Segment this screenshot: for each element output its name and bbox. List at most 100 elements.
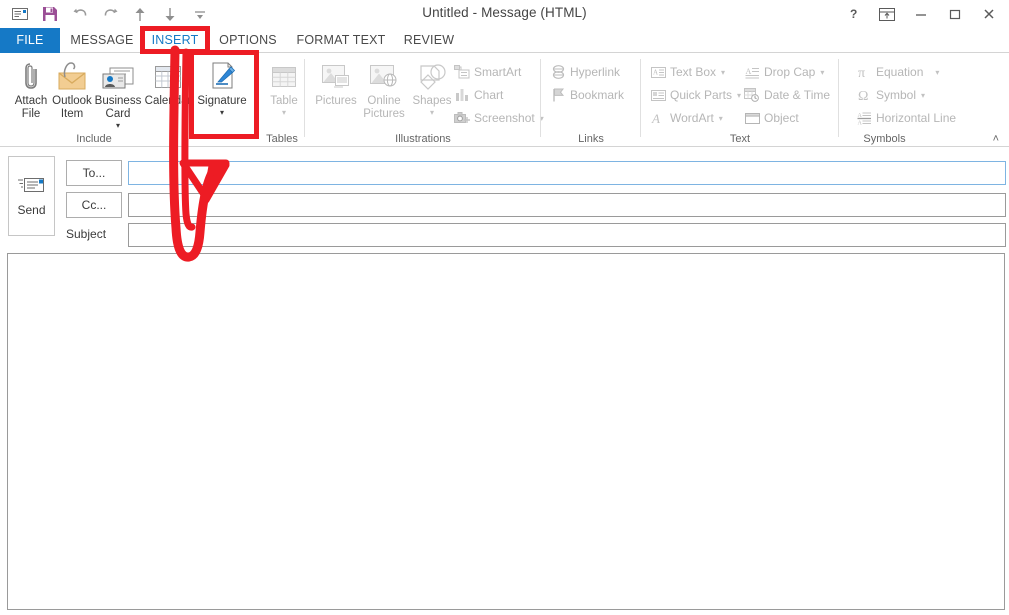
bookmark-label: Bookmark: [570, 88, 625, 102]
omega-icon: Ω: [856, 87, 872, 103]
send-button[interactable]: Send: [8, 156, 55, 236]
symbol-button[interactable]: Ω Symbol ▾: [856, 84, 925, 106]
signature-pen-icon: [206, 56, 238, 92]
object-button[interactable]: Object: [744, 107, 799, 129]
to-button[interactable]: To...: [66, 160, 122, 186]
outlook-item-button[interactable]: Outlook Item: [46, 56, 98, 134]
paperclip-icon: [18, 56, 44, 92]
business-card-button[interactable]: Business Card ▾: [92, 56, 144, 134]
date-time-icon: [744, 87, 760, 103]
quick-parts-icon: [650, 87, 666, 103]
symbol-label: Symbol: [876, 88, 917, 102]
horizontal-line-button[interactable]: A A Horizontal Line: [856, 107, 956, 129]
tab-review[interactable]: REVIEW: [398, 28, 460, 53]
chart-button[interactable]: Chart: [454, 84, 503, 106]
chevron-down-icon[interactable]: ▾: [430, 109, 434, 117]
pictures-icon: [319, 56, 353, 92]
drop-cap-icon: A: [744, 64, 760, 80]
ribbon-group-label-tables: Tables: [266, 133, 298, 145]
window-controls: ?: [837, 2, 1005, 26]
wordart-icon: A: [650, 110, 666, 126]
tab-file[interactable]: FILE: [0, 28, 60, 53]
chevron-down-icon[interactable]: ▾: [116, 122, 120, 130]
date-and-time-button[interactable]: Date & Time: [744, 84, 830, 106]
to-input[interactable]: [128, 161, 1006, 185]
subject-label: Subject: [66, 227, 107, 241]
help-button[interactable]: ?: [837, 2, 869, 26]
ribbon-group-include: Attach File Outlook Item Business Card ▾…: [0, 53, 247, 147]
quick-parts-label: Quick Parts: [670, 88, 733, 102]
signature-button[interactable]: Signature ▾: [196, 56, 248, 134]
ribbon-display-options-button[interactable]: [871, 2, 903, 26]
chevron-down-icon[interactable]: ▾: [820, 68, 824, 77]
chevron-down-icon[interactable]: ▾: [282, 109, 286, 117]
tab-insert[interactable]: INSERT: [143, 28, 207, 53]
shapes-icon: [415, 56, 449, 92]
screenshot-button[interactable]: Screenshot ▾: [454, 107, 544, 129]
subject-input[interactable]: [128, 223, 1006, 247]
svg-text:π: π: [858, 66, 865, 79]
maximize-button[interactable]: [939, 2, 971, 26]
close-button[interactable]: [973, 2, 1005, 26]
chevron-down-icon[interactable]: ▾: [935, 68, 939, 77]
pictures-button[interactable]: Pictures: [310, 56, 362, 134]
collapse-ribbon-button[interactable]: ˄: [993, 133, 999, 145]
table-label-1: Table: [270, 95, 298, 107]
smartart-label: SmartArt: [474, 65, 522, 79]
online-pictures-label-2: Pictures: [363, 108, 405, 120]
table-grid-icon: [268, 56, 300, 92]
svg-text:A: A: [651, 111, 660, 125]
smartart-button[interactable]: SmartArt: [454, 61, 521, 83]
chevron-down-icon[interactable]: ▾: [737, 91, 741, 100]
ribbon-group-label-include: Include: [76, 133, 112, 145]
pi-icon: π: [856, 64, 872, 80]
text-box-button[interactable]: A Text Box ▾: [650, 61, 725, 83]
calendar-grid-icon: [152, 56, 184, 92]
signature-label-1: Signature: [197, 95, 247, 107]
wordart-label: WordArt: [670, 111, 714, 125]
hyperlink-button[interactable]: Hyperlink: [550, 61, 620, 83]
ribbon-group-symbols: π Equation ▾ Ω Symbol ▾ A A Horizontal L…: [840, 53, 1009, 147]
pictures-label-1: Pictures: [315, 95, 357, 107]
calendar-button[interactable]: Calendar: [142, 56, 194, 134]
equation-button[interactable]: π Equation ▾: [856, 61, 939, 83]
horizontal-line-icon: A A: [856, 110, 872, 126]
online-pictures-label-1: Online: [367, 95, 401, 107]
bookmark-button[interactable]: Bookmark: [550, 84, 624, 106]
ribbon-group-label-links: Links: [578, 133, 604, 145]
minimize-button[interactable]: [905, 2, 937, 26]
send-button-label: Send: [17, 202, 46, 217]
shapes-button[interactable]: Shapes ▾: [406, 56, 458, 134]
cc-button[interactable]: Cc...: [66, 192, 122, 218]
cc-input[interactable]: [128, 193, 1006, 217]
group-separator: [540, 59, 541, 137]
drop-cap-label: Drop Cap: [764, 65, 816, 79]
business-card-label-2: Card: [105, 108, 131, 120]
tab-format-text[interactable]: FORMAT TEXT: [288, 28, 394, 53]
message-body-editor[interactable]: [7, 253, 1005, 610]
tab-message[interactable]: MESSAGE: [64, 28, 140, 53]
wordart-button[interactable]: A WordArt ▾: [650, 107, 723, 129]
svg-text:?: ?: [850, 7, 857, 21]
hyperlink-label: Hyperlink: [570, 65, 621, 79]
chevron-down-icon[interactable]: ▾: [721, 68, 725, 77]
object-label: Object: [764, 111, 799, 125]
chart-icon: [454, 87, 470, 103]
drop-cap-button[interactable]: A Drop Cap ▾: [744, 61, 824, 83]
attach-file-label-1: Attach: [14, 95, 48, 107]
hyperlink-icon: [550, 64, 566, 80]
date-and-time-label: Date & Time: [764, 88, 831, 102]
group-separator: [838, 59, 839, 137]
chevron-down-icon[interactable]: ▾: [719, 114, 723, 123]
svg-text:A: A: [857, 121, 862, 126]
chevron-down-icon[interactable]: ▾: [220, 109, 224, 117]
text-box-label: Text Box: [670, 65, 717, 79]
online-pictures-button[interactable]: Online Pictures: [358, 56, 410, 134]
group-separator: [304, 59, 305, 137]
tab-options[interactable]: OPTIONS: [211, 28, 285, 53]
quick-parts-button[interactable]: Quick Parts ▾: [650, 84, 741, 106]
table-button[interactable]: Table ▾: [258, 56, 310, 134]
chevron-down-icon[interactable]: ▾: [921, 91, 925, 100]
object-icon: [744, 110, 760, 126]
attach-file-label-2: File: [21, 108, 41, 120]
